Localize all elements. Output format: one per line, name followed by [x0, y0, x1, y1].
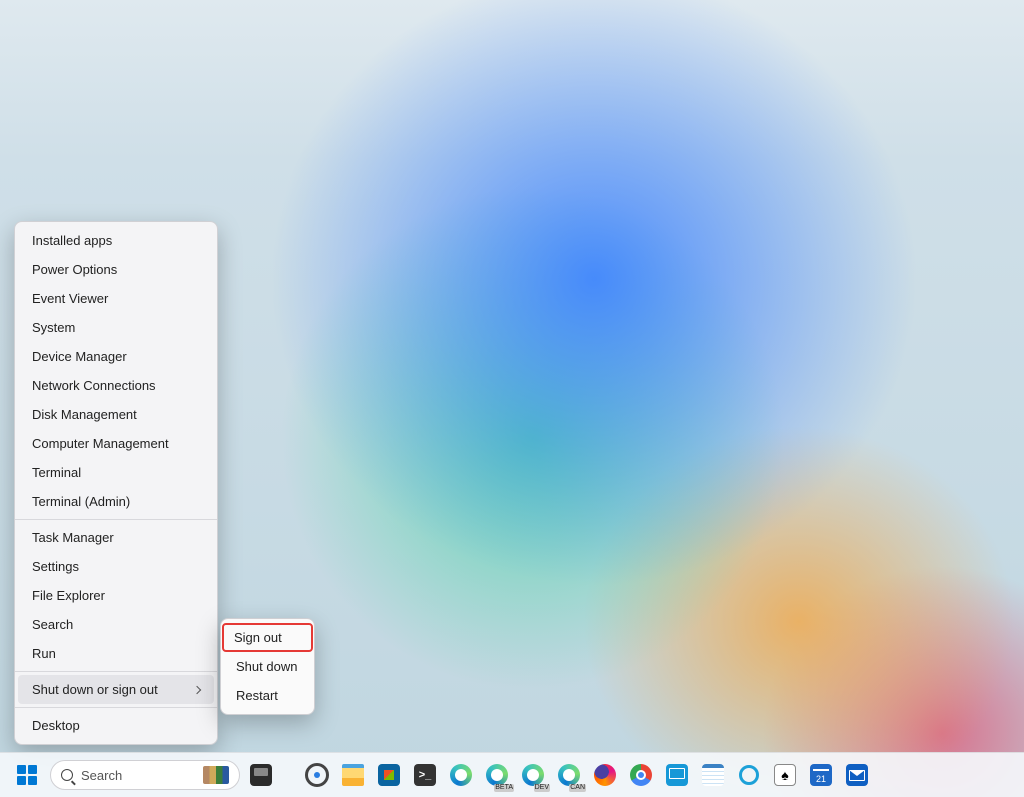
menu-separator — [15, 671, 217, 672]
search-icon — [61, 769, 73, 781]
remote-desktop-icon — [666, 764, 688, 786]
menu-item-terminal[interactable]: Terminal — [18, 458, 214, 487]
chevron-right-icon — [193, 685, 201, 693]
submenu-item-sign-out[interactable]: Sign out — [222, 623, 313, 652]
menu-item-label: Network Connections — [32, 378, 156, 393]
firefox-icon — [594, 764, 616, 786]
edge-badge: CAN — [569, 784, 586, 792]
cortana-icon — [739, 765, 759, 785]
menu-item-label: Desktop — [32, 718, 80, 733]
menu-item-label: Installed apps — [32, 233, 112, 248]
menu-item-label: Computer Management — [32, 436, 169, 451]
taskbar-app-firefox[interactable] — [590, 760, 620, 790]
menu-item-system[interactable]: System — [18, 313, 214, 342]
taskbar-app-microsoft-store[interactable] — [374, 760, 404, 790]
search-placeholder: Search — [81, 768, 122, 783]
search-highlight-icon — [203, 766, 229, 784]
task-view-icon — [250, 764, 272, 786]
winx-context-menu: Installed apps Power Options Event Viewe… — [14, 221, 218, 745]
menu-item-run[interactable]: Run — [18, 639, 214, 668]
menu-item-installed-apps[interactable]: Installed apps — [18, 226, 214, 255]
menu-item-label: Run — [32, 646, 56, 661]
chrome-icon — [630, 764, 652, 786]
taskbar: Search BETA DEV CAN — [0, 752, 1024, 797]
windows-logo-icon — [17, 765, 26, 774]
menu-item-label: Terminal — [32, 465, 81, 480]
submenu-item-label: Restart — [236, 688, 278, 703]
menu-separator — [15, 707, 217, 708]
menu-item-device-manager[interactable]: Device Manager — [18, 342, 214, 371]
submenu-item-shut-down[interactable]: Shut down — [224, 652, 311, 681]
taskbar-app-file-explorer[interactable] — [338, 760, 368, 790]
menu-item-task-manager[interactable]: Task Manager — [18, 523, 214, 552]
edge-icon — [522, 764, 544, 786]
task-view-button[interactable] — [246, 760, 276, 790]
taskbar-app-notepad[interactable] — [698, 760, 728, 790]
solitaire-icon — [774, 764, 796, 786]
taskbar-app-edge-beta[interactable]: BETA — [482, 760, 512, 790]
menu-item-desktop[interactable]: Desktop — [18, 711, 214, 740]
menu-item-label: File Explorer — [32, 588, 105, 603]
taskbar-app-edge-canary[interactable]: CAN — [554, 760, 584, 790]
taskbar-app-settings[interactable] — [302, 760, 332, 790]
submenu-item-label: Sign out — [234, 630, 282, 645]
menu-item-label: Disk Management — [32, 407, 137, 422]
menu-item-label: Task Manager — [32, 530, 114, 545]
taskbar-app-remote-desktop[interactable] — [662, 760, 692, 790]
shutdown-submenu: Sign out Shut down Restart — [220, 618, 315, 715]
menu-item-event-viewer[interactable]: Event Viewer — [18, 284, 214, 313]
submenu-item-restart[interactable]: Restart — [224, 681, 311, 710]
menu-item-file-explorer[interactable]: File Explorer — [18, 581, 214, 610]
terminal-icon — [414, 764, 436, 786]
taskbar-app-edge-dev[interactable]: DEV — [518, 760, 548, 790]
menu-item-search[interactable]: Search — [18, 610, 214, 639]
edge-icon — [558, 764, 580, 786]
menu-item-settings[interactable]: Settings — [18, 552, 214, 581]
edge-icon — [450, 764, 472, 786]
start-button[interactable] — [10, 758, 44, 792]
taskbar-app-solitaire[interactable] — [770, 760, 800, 790]
menu-item-computer-management[interactable]: Computer Management — [18, 429, 214, 458]
menu-item-shutdown-signout[interactable]: Shut down or sign out — [18, 675, 214, 704]
edge-badge: BETA — [494, 784, 514, 792]
edge-badge: DEV — [534, 784, 550, 792]
menu-item-disk-management[interactable]: Disk Management — [18, 400, 214, 429]
folder-icon — [342, 764, 364, 786]
menu-item-label: Shut down or sign out — [32, 682, 158, 697]
taskbar-search[interactable]: Search — [50, 760, 240, 790]
mail-icon — [846, 764, 868, 786]
taskbar-app-edge[interactable] — [446, 760, 476, 790]
taskbar-app-cortana[interactable] — [734, 760, 764, 790]
calendar-icon — [810, 764, 832, 786]
menu-item-label: Event Viewer — [32, 291, 108, 306]
menu-item-label: Settings — [32, 559, 79, 574]
menu-item-power-options[interactable]: Power Options — [18, 255, 214, 284]
edge-icon — [486, 764, 508, 786]
taskbar-app-chrome[interactable] — [626, 760, 656, 790]
menu-item-label: Device Manager — [32, 349, 127, 364]
menu-item-terminal-admin[interactable]: Terminal (Admin) — [18, 487, 214, 516]
submenu-item-label: Shut down — [236, 659, 297, 674]
menu-item-label: Terminal (Admin) — [32, 494, 130, 509]
taskbar-app-terminal[interactable] — [410, 760, 440, 790]
taskbar-app-mail[interactable] — [842, 760, 872, 790]
menu-item-network-connections[interactable]: Network Connections — [18, 371, 214, 400]
notepad-icon — [702, 764, 724, 786]
store-icon — [378, 764, 400, 786]
menu-item-label: Power Options — [32, 262, 117, 277]
menu-separator — [15, 519, 217, 520]
taskbar-app-calendar[interactable] — [806, 760, 836, 790]
menu-item-label: System — [32, 320, 75, 335]
menu-item-label: Search — [32, 617, 73, 632]
gear-icon — [306, 764, 328, 786]
